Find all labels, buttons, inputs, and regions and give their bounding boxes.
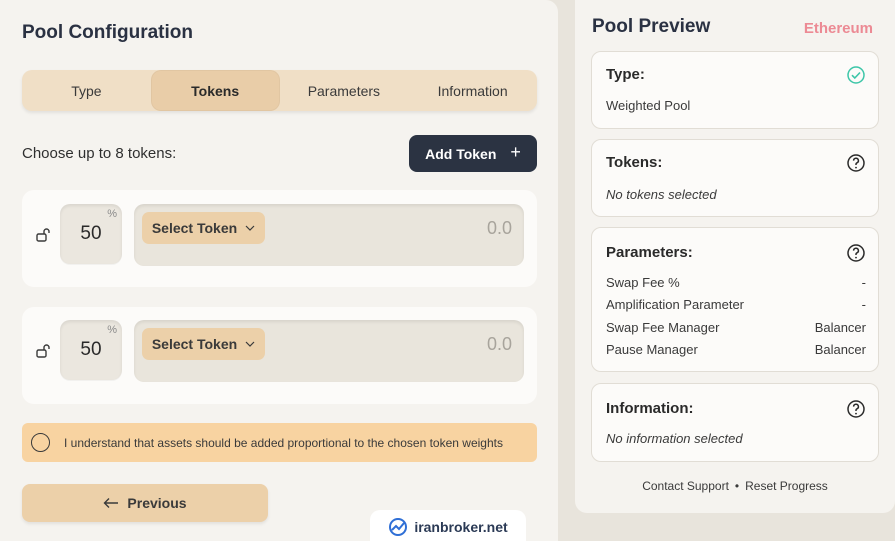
- token-amount-box: Select Token: [134, 204, 524, 266]
- param-label: Swap Fee Manager: [606, 320, 720, 335]
- percent-sign: %: [107, 208, 117, 220]
- param-row-amplification: Amplification Parameter -: [606, 297, 866, 312]
- percent-sign: %: [107, 324, 117, 336]
- plus-icon: +: [510, 142, 521, 162]
- choose-tokens-label: Choose up to 8 tokens:: [22, 145, 177, 162]
- param-row-swap-fee: Swap Fee % -: [606, 275, 866, 290]
- pool-configuration-panel: Pool Configuration Type Tokens Parameter…: [0, 0, 558, 541]
- chevron-down-icon: [245, 225, 255, 231]
- contact-support-link[interactable]: Contact Support: [642, 479, 729, 493]
- select-token-label: Select Token: [151, 336, 238, 352]
- token-weight-input[interactable]: 50 %: [60, 320, 122, 380]
- parameters-card-title: Parameters:: [606, 244, 693, 261]
- token-amount-input[interactable]: [372, 218, 512, 239]
- information-value: No information selected: [606, 431, 743, 446]
- select-token-button[interactable]: Select Token: [142, 212, 265, 244]
- token-amount-input[interactable]: [372, 334, 512, 355]
- param-value: -: [861, 275, 866, 290]
- type-value: Weighted Pool: [606, 98, 691, 113]
- tab-parameters[interactable]: Parameters: [280, 70, 409, 111]
- add-token-button[interactable]: Add Token +: [409, 135, 537, 172]
- token-weight-value: 50: [80, 339, 102, 360]
- understand-checkbox[interactable]: [31, 433, 50, 452]
- tokens-value: No tokens selected: [606, 187, 717, 202]
- token-amount-box: Select Token: [134, 320, 524, 382]
- previous-button[interactable]: Previous: [22, 484, 268, 522]
- param-value: Balancer: [814, 320, 866, 335]
- tokens-card: Tokens: No tokens selected: [591, 139, 879, 217]
- check-circle-icon: [847, 66, 865, 84]
- information-card: Information: No information selected: [591, 383, 879, 462]
- token-weight-input[interactable]: 50 %: [60, 204, 122, 264]
- token-row: 50 % Select Token: [22, 190, 537, 287]
- tokens-card-title: Tokens:: [606, 154, 663, 171]
- token-weight-value: 50: [80, 223, 102, 244]
- iranbroker-logo-icon: [389, 518, 408, 536]
- select-token-button[interactable]: Select Token: [142, 328, 265, 360]
- pool-preview-panel: Pool Preview Ethereum Type: Weighted Poo…: [575, 0, 895, 513]
- param-row-pause-manager: Pause Manager Balancer: [606, 342, 866, 357]
- preview-title: Pool Preview: [592, 16, 711, 37]
- help-icon[interactable]: [846, 153, 866, 173]
- add-token-label: Add Token: [425, 145, 497, 162]
- unlock-icon[interactable]: [35, 343, 51, 359]
- understand-checkbox-row: I understand that assets should be added…: [22, 423, 537, 462]
- help-icon[interactable]: [846, 243, 866, 263]
- reset-progress-link[interactable]: Reset Progress: [745, 479, 828, 493]
- understand-text: I understand that assets should be added…: [64, 435, 503, 450]
- tab-tokens[interactable]: Tokens: [150, 70, 280, 111]
- tab-information[interactable]: Information: [408, 70, 537, 111]
- param-value: -: [861, 297, 866, 312]
- previous-label: Previous: [127, 495, 187, 511]
- unlock-icon[interactable]: [35, 227, 51, 243]
- chevron-down-icon: [245, 341, 255, 347]
- type-card: Type: Weighted Pool: [591, 51, 879, 129]
- token-row: 50 % Select Token: [22, 307, 537, 404]
- arrow-left-icon: [103, 498, 119, 508]
- config-tabs: Type Tokens Parameters Information: [22, 70, 537, 111]
- parameters-card: Parameters: Swap Fee % - Amplification P…: [591, 227, 879, 372]
- param-label: Amplification Parameter: [606, 297, 744, 312]
- page-title: Pool Configuration: [22, 22, 193, 43]
- param-value: Balancer: [814, 342, 866, 357]
- watermark-text: iranbroker.net: [414, 519, 508, 535]
- param-label: Pause Manager: [606, 342, 698, 357]
- type-card-title: Type:: [606, 66, 645, 83]
- watermark: iranbroker.net: [370, 510, 526, 541]
- param-label: Swap Fee %: [606, 275, 680, 290]
- param-row-swap-fee-manager: Swap Fee Manager Balancer: [606, 320, 866, 335]
- footer-separator: •: [734, 479, 740, 493]
- select-token-label: Select Token: [151, 220, 238, 236]
- footer-links: Contact Support • Reset Progress: [575, 479, 895, 493]
- network-label: Ethereum: [803, 20, 873, 37]
- information-card-title: Information:: [606, 400, 694, 417]
- tab-type[interactable]: Type: [22, 70, 151, 111]
- help-icon[interactable]: [846, 399, 866, 419]
